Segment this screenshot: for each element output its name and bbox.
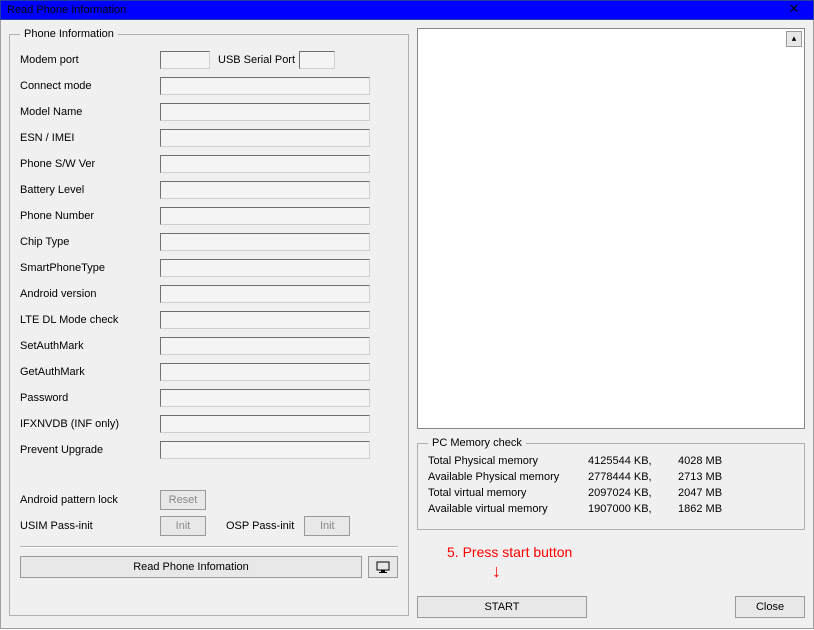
info-row: Phone S/W Ver — [20, 152, 398, 176]
phone-info-group: Phone Information Modem port USB Serial … — [9, 28, 409, 616]
memory-mb: 4028 MB — [678, 455, 748, 471]
info-label: IFXNVDB (INF only) — [20, 418, 160, 430]
info-value — [160, 103, 370, 121]
info-row: Chip Type — [20, 230, 398, 254]
info-value — [160, 415, 370, 433]
memory-kb: 1907000 KB, — [588, 503, 678, 519]
info-value — [160, 363, 370, 381]
device-icon-button[interactable] — [368, 556, 398, 578]
memory-label: Total Physical memory — [428, 455, 588, 471]
memory-mb: 1862 MB — [678, 503, 748, 519]
info-value — [160, 311, 370, 329]
info-row: IFXNVDB (INF only) — [20, 412, 398, 436]
info-row: Connect mode — [20, 74, 398, 98]
modem-port-value — [160, 51, 210, 69]
info-label: Prevent Upgrade — [20, 444, 160, 456]
close-button[interactable]: Close — [735, 596, 805, 618]
info-label: Connect mode — [20, 80, 160, 92]
usb-serial-label: USB Serial Port — [218, 54, 295, 66]
memory-mb: 2047 MB — [678, 487, 748, 503]
info-label: Phone Number — [20, 210, 160, 222]
monitor-icon — [376, 560, 390, 574]
scroll-up-button[interactable]: ▴ — [786, 31, 802, 47]
info-row: SetAuthMark — [20, 334, 398, 358]
memory-row: Total virtual memory2097024 KB,2047 MB — [428, 487, 794, 503]
info-value — [160, 441, 370, 459]
memory-kb: 2097024 KB, — [588, 487, 678, 503]
info-row: LTE DL Mode check — [20, 308, 398, 332]
memory-label: Total virtual memory — [428, 487, 588, 503]
titlebar: Read Phone Information ✕ — [0, 0, 814, 20]
info-row: Phone Number — [20, 204, 398, 228]
info-label: LTE DL Mode check — [20, 314, 160, 326]
info-value — [160, 181, 370, 199]
usim-pass-init-label: USIM Pass-init — [20, 520, 160, 532]
memory-row: Available Physical memory2778444 KB,2713… — [428, 471, 794, 487]
memory-row: Total Physical memory4125544 KB,4028 MB — [428, 455, 794, 471]
info-row: Password — [20, 386, 398, 410]
reset-button[interactable]: Reset — [160, 490, 206, 510]
memory-label: Available virtual memory — [428, 503, 588, 519]
osp-init-button[interactable]: Init — [304, 516, 350, 536]
client-area: Phone Information Modem port USB Serial … — [0, 20, 814, 629]
info-label: SmartPhoneType — [20, 262, 160, 274]
info-value — [160, 129, 370, 147]
info-label: Battery Level — [20, 184, 160, 196]
android-pattern-lock-label: Android pattern lock — [20, 494, 160, 506]
info-label: ESN / IMEI — [20, 132, 160, 144]
memory-mb: 2713 MB — [678, 471, 748, 487]
info-row: Prevent Upgrade — [20, 438, 398, 462]
info-value — [160, 337, 370, 355]
osp-pass-init-label: OSP Pass-init — [226, 520, 294, 532]
info-label: Android version — [20, 288, 160, 300]
annotation-text: 5. Press start button — [447, 544, 572, 560]
memory-kb: 4125544 KB, — [588, 455, 678, 471]
info-row: ESN / IMEI — [20, 126, 398, 150]
memory-label: Available Physical memory — [428, 471, 588, 487]
usb-serial-value — [299, 51, 335, 69]
info-row: Android version — [20, 282, 398, 306]
info-value — [160, 155, 370, 173]
pc-memory-legend: PC Memory check — [428, 437, 526, 449]
modem-port-label: Modem port — [20, 54, 160, 66]
memory-kb: 2778444 KB, — [588, 471, 678, 487]
info-value — [160, 259, 370, 277]
start-button[interactable]: START — [417, 596, 587, 618]
window-title: Read Phone Information — [7, 4, 126, 16]
phone-info-legend: Phone Information — [20, 28, 118, 40]
separator — [20, 546, 398, 548]
info-value — [160, 389, 370, 407]
info-label: Password — [20, 392, 160, 404]
info-row: Battery Level — [20, 178, 398, 202]
info-value — [160, 77, 370, 95]
read-phone-info-button[interactable]: Read Phone Infomation — [20, 556, 362, 578]
info-label: Phone S/W Ver — [20, 158, 160, 170]
close-icon[interactable]: ✕ — [779, 2, 809, 18]
pc-memory-group: PC Memory check Total Physical memory412… — [417, 437, 805, 530]
usim-init-button[interactable]: Init — [160, 516, 206, 536]
memory-row: Available virtual memory1907000 KB,1862 … — [428, 503, 794, 519]
info-value — [160, 285, 370, 303]
info-value — [160, 233, 370, 251]
info-label: Chip Type — [20, 236, 160, 248]
info-row: SmartPhoneType — [20, 256, 398, 280]
info-row: GetAuthMark — [20, 360, 398, 384]
log-textarea[interactable]: ▴ — [417, 28, 805, 429]
info-label: Model Name — [20, 106, 160, 118]
info-label: GetAuthMark — [20, 366, 160, 378]
modem-port-row: Modem port USB Serial Port — [20, 48, 398, 72]
info-value — [160, 207, 370, 225]
info-label: SetAuthMark — [20, 340, 160, 352]
info-row: Model Name — [20, 100, 398, 124]
annotation-arrow-icon: ↓ — [492, 564, 501, 578]
